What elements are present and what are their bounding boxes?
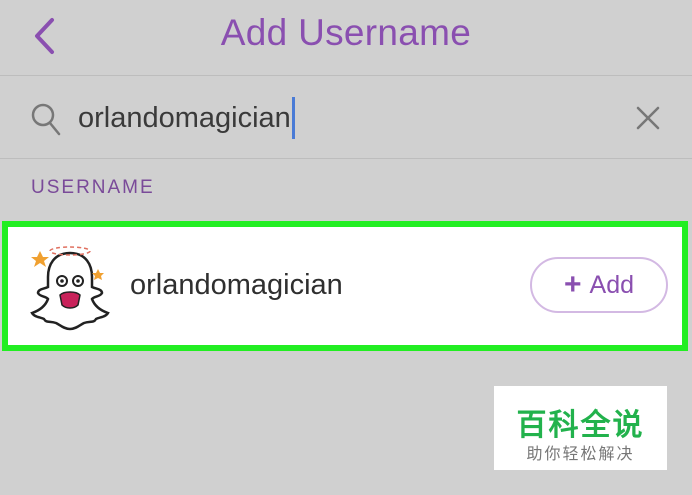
watermark-logo: 百科全说 助你轻松解决 — [494, 386, 667, 470]
result-username: orlandomagician — [130, 269, 343, 301]
header: Add Username — [0, 0, 692, 76]
search-icon — [31, 103, 61, 136]
page-title: Add Username — [220, 12, 472, 53]
text-caret — [291, 97, 295, 139]
close-icon — [636, 106, 660, 130]
watermark-main-text: 百科全说 — [516, 408, 645, 443]
plus-icon: + — [563, 268, 582, 301]
watermark-sub-text: 助你轻松解决 — [526, 444, 635, 463]
clear-search-button[interactable] — [632, 102, 664, 134]
section-header-username: USERNAME — [31, 177, 155, 198]
add-friend-button[interactable]: + Add — [530, 257, 668, 313]
search-input[interactable]: orlandomagician — [78, 95, 295, 141]
snapchat-ghost-avatar-icon — [30, 246, 110, 331]
search-bar: orlandomagician — [0, 77, 692, 159]
add-button-label: Add — [589, 270, 634, 299]
search-result-row[interactable]: orlandomagician + Add — [2, 221, 688, 351]
search-input-value: orlandomagician — [78, 102, 291, 134]
